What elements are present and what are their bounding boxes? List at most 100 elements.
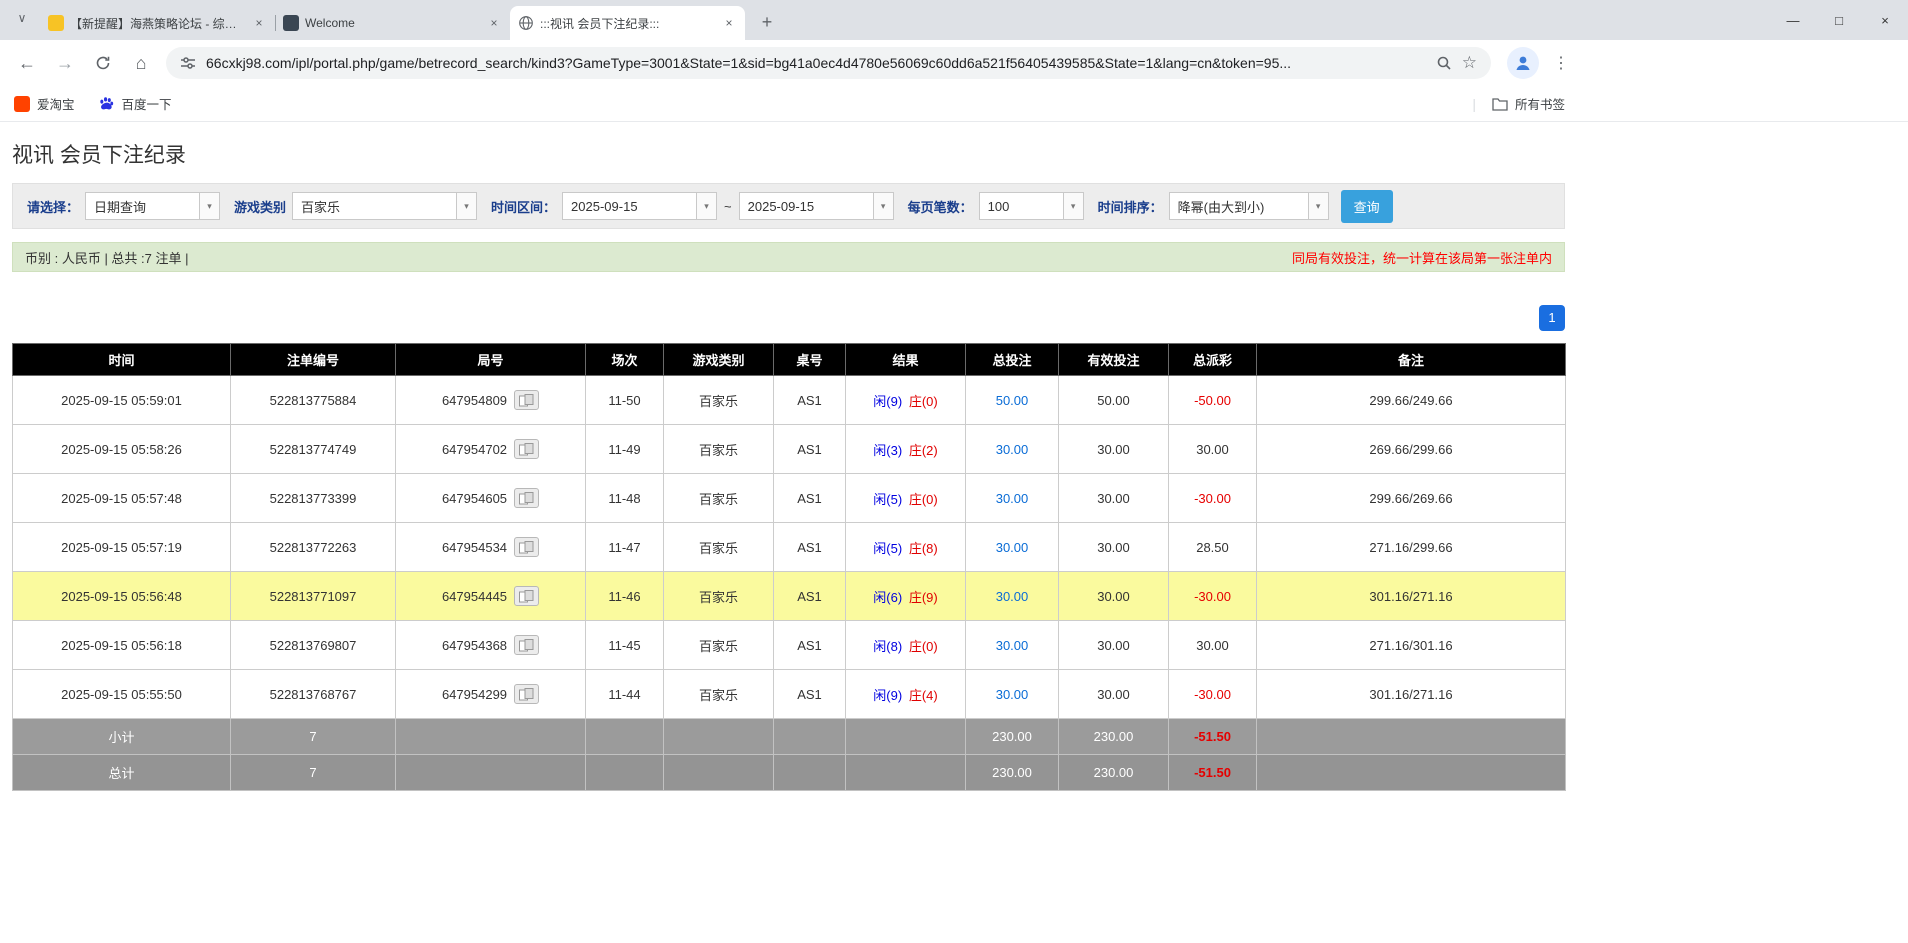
replay-button[interactable]	[514, 390, 539, 410]
cell-round: 647954368	[396, 621, 586, 670]
zoom-icon[interactable]	[1436, 55, 1452, 71]
new-tab-button[interactable]: +	[753, 8, 781, 36]
forward-button[interactable]: →	[48, 46, 82, 80]
page-1-button[interactable]: 1	[1539, 305, 1565, 331]
cell-game: 百家乐	[664, 621, 774, 670]
back-button[interactable]: ←	[10, 46, 44, 80]
cell-table: AS1	[774, 572, 846, 621]
date-range-label: 时间区间：	[491, 197, 556, 216]
cell-session: 11-47	[586, 523, 664, 572]
folder-icon	[1492, 97, 1508, 111]
round-number: 647954702	[442, 442, 507, 457]
forum-favicon-icon	[48, 15, 64, 31]
cell-time: 2025-09-15 05:56:48	[13, 572, 231, 621]
result-player: 闲(5)	[873, 541, 902, 556]
cell-table: AS1	[774, 474, 846, 523]
cell-result: 闲(5) 庄(8)	[846, 523, 966, 572]
result-player: 闲(6)	[873, 590, 902, 605]
divider: |	[1472, 96, 1476, 112]
replay-button[interactable]	[514, 537, 539, 557]
cell-valid-bet: 30.00	[1059, 523, 1169, 572]
currency-summary: 币别 : 人民币 | 总共 :7 注单 |	[25, 248, 189, 267]
cell-time: 2025-09-15 05:59:01	[13, 376, 231, 425]
result-player: 闲(9)	[873, 394, 902, 409]
profile-avatar[interactable]	[1507, 47, 1539, 79]
total-bet-link[interactable]: 30.00	[996, 687, 1029, 702]
col-table: 桌号	[774, 344, 846, 376]
replay-button[interactable]	[514, 439, 539, 459]
col-result: 结果	[846, 344, 966, 376]
search-button[interactable]: 查询	[1341, 190, 1393, 223]
cell-round: 647954299	[396, 670, 586, 719]
date-from-select[interactable]: 2025-09-15 ▾	[562, 192, 717, 220]
taobao-icon	[14, 96, 30, 112]
tab-welcome[interactable]: Welcome ×	[275, 6, 510, 40]
total-bet-link[interactable]: 30.00	[996, 491, 1029, 506]
game-type-select[interactable]: 百家乐 ▾	[292, 192, 477, 220]
cell-bet-id: 522813769807	[231, 621, 396, 670]
cell-valid-bet: 30.00	[1059, 474, 1169, 523]
cell-valid-bet: 50.00	[1059, 376, 1169, 425]
cell-total-bet: 30.00	[966, 425, 1059, 474]
page-size-select[interactable]: 100 ▾	[979, 192, 1084, 220]
result-banker: 庄(9)	[909, 590, 938, 605]
total-label: 总计	[13, 755, 231, 791]
cell-time: 2025-09-15 05:55:50	[13, 670, 231, 719]
cell-round: 647954534	[396, 523, 586, 572]
total-bet-link[interactable]: 30.00	[996, 540, 1029, 555]
subtotal-payout: -51.50	[1169, 719, 1257, 755]
col-time: 时间	[13, 344, 231, 376]
cell-payout: -50.00	[1169, 376, 1257, 425]
tab-haiyan-forum[interactable]: 【新提醒】海燕策略论坛 - 综合... ×	[40, 6, 275, 40]
replay-button[interactable]	[514, 684, 539, 704]
bookmark-taobao[interactable]: 爱淘宝	[14, 94, 75, 113]
bet-row: 2025-09-15 05:55:50 522813768767 6479542…	[13, 670, 1566, 719]
result-banker: 庄(2)	[909, 443, 938, 458]
replay-button[interactable]	[514, 635, 539, 655]
cell-payout: -30.00	[1169, 572, 1257, 621]
tab-close-icon[interactable]: ×	[251, 15, 267, 31]
subtotal-count: 7	[231, 719, 396, 755]
cell-round: 647954445	[396, 572, 586, 621]
tab-close-icon[interactable]: ×	[721, 15, 737, 31]
cell-total-bet: 30.00	[966, 474, 1059, 523]
col-total-bet: 总投注	[966, 344, 1059, 376]
cell-result: 闲(9) 庄(0)	[846, 376, 966, 425]
site-info-icon[interactable]	[180, 55, 196, 71]
col-bet-id: 注单编号	[231, 344, 396, 376]
query-type-select[interactable]: 日期查询 ▾	[85, 192, 220, 220]
date-to-select[interactable]: 2025-09-15 ▾	[739, 192, 894, 220]
maximize-button[interactable]: □	[1816, 0, 1862, 40]
cell-note: 301.16/271.16	[1257, 670, 1566, 719]
cell-bet-id: 522813771097	[231, 572, 396, 621]
all-bookmarks-button[interactable]: 所有书签	[1492, 94, 1565, 113]
home-button[interactable]: ⌂	[124, 46, 158, 80]
window-controls: — □ ×	[1770, 0, 1908, 40]
total-bet-link[interactable]: 30.00	[996, 442, 1029, 457]
cell-valid-bet: 30.00	[1059, 425, 1169, 474]
bookmark-star-icon[interactable]: ☆	[1462, 53, 1477, 73]
sort-value: 降幂(由大到小)	[1170, 197, 1308, 216]
refresh-button[interactable]	[86, 46, 120, 80]
sort-select[interactable]: 降幂(由大到小) ▾	[1169, 192, 1329, 220]
minimize-button[interactable]: —	[1770, 0, 1816, 40]
tab-betrecord[interactable]: :::视讯 会员下注纪录::: ×	[510, 6, 745, 40]
total-bet-link[interactable]: 30.00	[996, 638, 1029, 653]
cell-total-bet: 30.00	[966, 670, 1059, 719]
tab-search-button[interactable]: ∨	[8, 4, 36, 32]
tab-close-icon[interactable]: ×	[486, 15, 502, 31]
select-arrow-icon: ▾	[456, 193, 476, 219]
replay-button[interactable]	[514, 488, 539, 508]
replay-button[interactable]	[514, 586, 539, 606]
total-bet-link[interactable]: 30.00	[996, 589, 1029, 604]
address-bar[interactable]: 66cxkj98.com/ipl/portal.php/game/betreco…	[166, 47, 1491, 79]
cell-game: 百家乐	[664, 425, 774, 474]
cell-time: 2025-09-15 05:57:19	[13, 523, 231, 572]
select-arrow-icon: ▾	[199, 193, 219, 219]
bookmark-baidu[interactable]: 百度一下	[99, 94, 172, 113]
total-bet-link[interactable]: 50.00	[996, 393, 1029, 408]
cell-bet-id: 522813775884	[231, 376, 396, 425]
col-round: 局号	[396, 344, 586, 376]
window-close-button[interactable]: ×	[1862, 0, 1908, 40]
browser-menu-button[interactable]: ⋮	[1547, 49, 1575, 77]
